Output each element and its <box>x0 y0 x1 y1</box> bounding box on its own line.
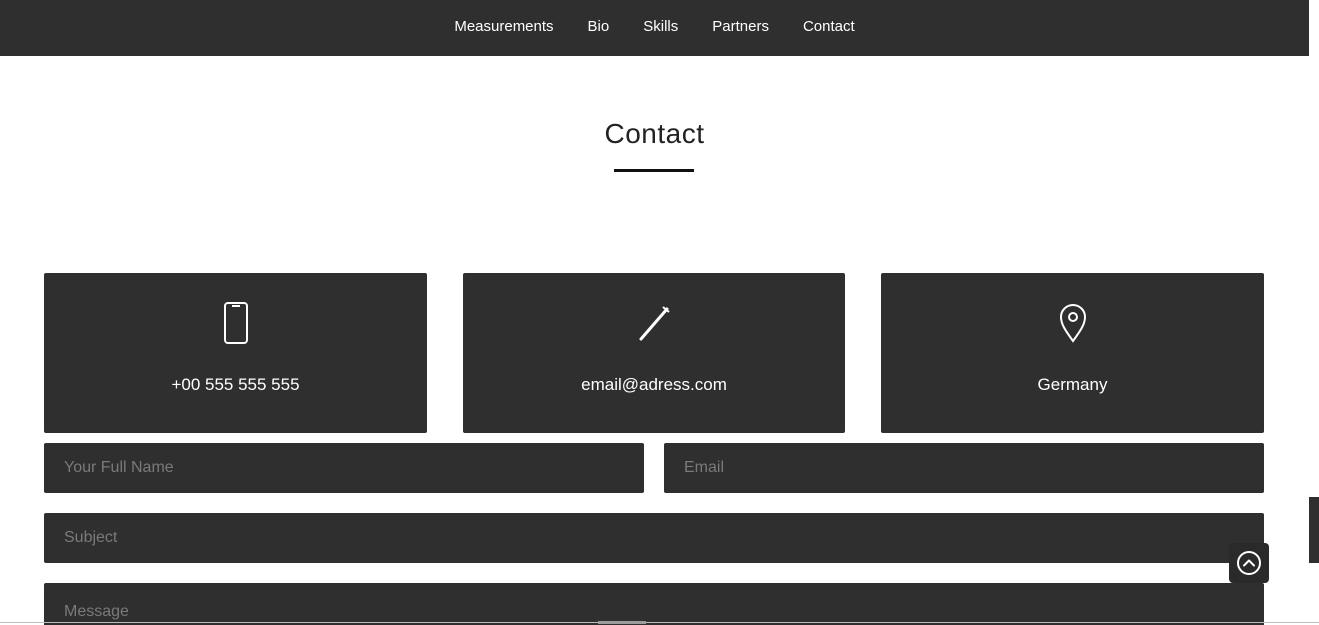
nav-item-contact[interactable]: Contact <box>786 18 872 35</box>
location-text: Germany <box>1037 375 1108 394</box>
message-textarea[interactable] <box>44 583 1264 625</box>
title-underline <box>614 169 694 172</box>
contact-card-location: Germany <box>881 273 1264 433</box>
email-input[interactable] <box>664 443 1264 493</box>
full-name-input[interactable] <box>44 443 644 493</box>
map-pin-icon <box>1053 301 1093 345</box>
phone-number: +00 555 555 555 <box>171 375 300 394</box>
pencil-icon <box>634 301 674 345</box>
bottom-divider <box>0 622 1319 623</box>
page: Measurements Bio Skills Partners Contact… <box>0 0 1319 625</box>
contact-card-email: email@adress.com <box>463 273 845 433</box>
nav-item-bio[interactable]: Bio <box>571 18 627 35</box>
nav-item-partners[interactable]: Partners <box>695 18 786 35</box>
nav-links: Measurements Bio Skills Partners Contact <box>0 0 1309 52</box>
scroll-indicator <box>598 621 646 624</box>
subject-input[interactable] <box>44 513 1264 563</box>
email-address: email@adress.com <box>581 375 727 394</box>
phone-icon <box>216 301 256 345</box>
section-title: Contact <box>604 118 705 149</box>
nav-item-skills[interactable]: Skills <box>626 18 695 35</box>
nav-item-measurements[interactable]: Measurements <box>437 18 570 35</box>
back-to-top-button[interactable] <box>1229 543 1269 583</box>
contact-card-phone: +00 555 555 555 <box>44 273 427 433</box>
top-navigation: Measurements Bio Skills Partners Contact <box>0 0 1309 56</box>
edge-tab[interactable] <box>1309 497 1319 563</box>
